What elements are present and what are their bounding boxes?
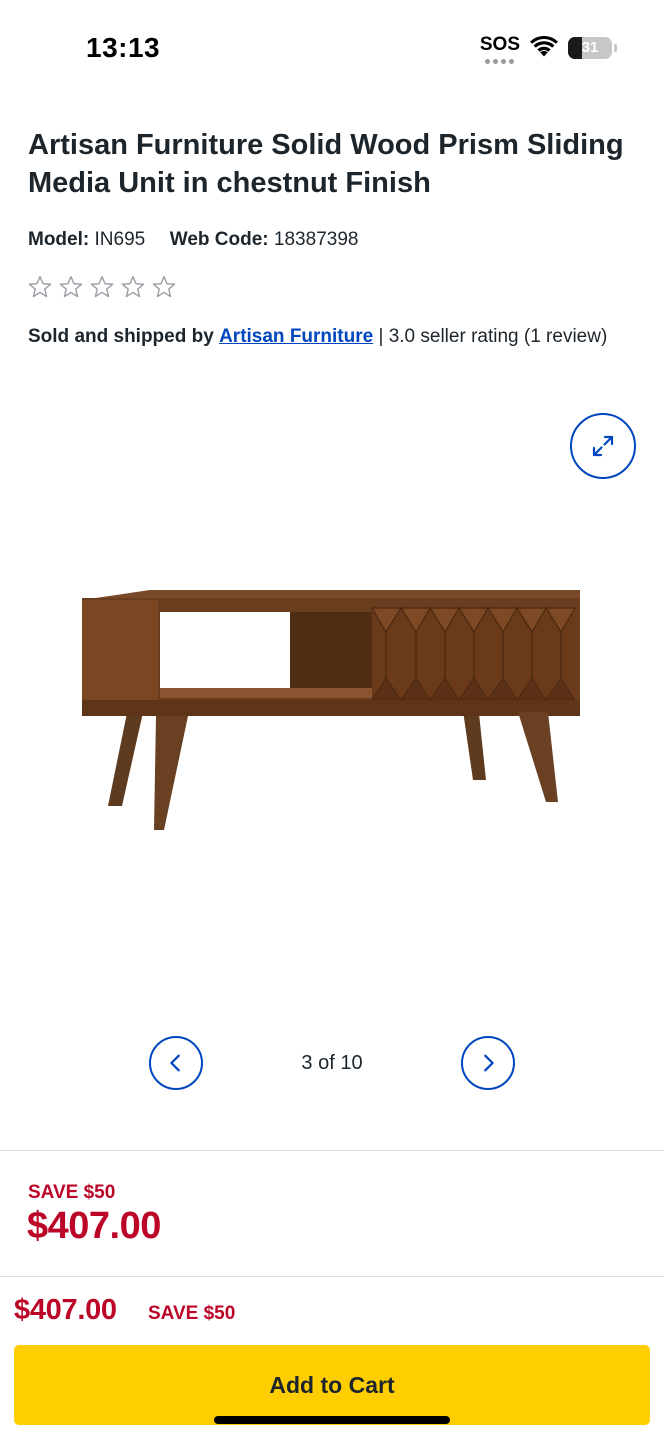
model-value: IN695 (94, 229, 146, 250)
chevron-left-icon (170, 1054, 180, 1072)
sos-indicator: SOS (480, 34, 520, 64)
sticky-save-badge: SAVE $50 (148, 1303, 236, 1324)
status-icons: SOS 31 (480, 34, 617, 66)
chevron-right-icon (484, 1054, 494, 1072)
battery-cap (614, 44, 617, 52)
wifi-icon (530, 36, 558, 57)
model-label: Model: (28, 229, 90, 250)
add-to-cart-button[interactable]: Add to Cart (14, 1345, 650, 1425)
rating-stars[interactable] (27, 274, 177, 300)
star-outline-icon (59, 276, 83, 298)
product-price: $407.00 (27, 1205, 161, 1247)
previous-image-button[interactable] (149, 1036, 203, 1090)
status-time: 13:13 (86, 32, 161, 63)
star-outline-icon (28, 276, 52, 298)
home-indicator[interactable] (214, 1416, 450, 1424)
status-bar: 13:13 SOS 31 (0, 0, 664, 96)
webcode-label: Web Code: (169, 229, 269, 250)
seller-rating: | 3.0 seller rating (1 review) (378, 326, 608, 347)
star-outline-icon (90, 276, 114, 298)
battery-level: 31 (581, 39, 599, 56)
product-codes: Model: IN695 Web Code: 18387398 (28, 228, 358, 252)
star-outline-icon (152, 276, 176, 298)
sos-label: SOS (479, 34, 520, 55)
signal-dots-icon (485, 59, 515, 64)
save-badge: SAVE $50 (28, 1182, 116, 1203)
seller-info: Sold and shipped by Artisan Furniture | … (28, 320, 628, 353)
divider (0, 1150, 664, 1151)
image-counter: 3 of 10 (301, 1052, 363, 1074)
seller-prefix: Sold and shipped by (28, 326, 214, 347)
seller-link[interactable]: Artisan Furniture (219, 326, 373, 347)
product-title: Artisan Furniture Solid Wood Prism Slidi… (28, 129, 624, 199)
webcode-value: 18387398 (273, 229, 359, 250)
star-outline-icon (121, 276, 145, 298)
image-carousel-controls: 3 of 10 (0, 1036, 664, 1092)
expand-image-button[interactable] (570, 413, 636, 479)
product-image[interactable] (70, 580, 594, 840)
next-image-button[interactable] (461, 1036, 515, 1090)
expand-arrows-icon (592, 435, 614, 457)
sticky-price: $407.00 (14, 1294, 117, 1326)
battery-icon: 31 (568, 37, 617, 59)
